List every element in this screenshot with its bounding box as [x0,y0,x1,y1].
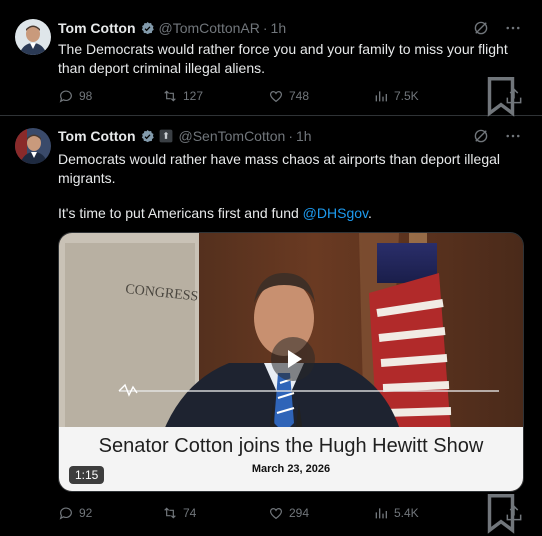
avatar[interactable] [15,19,51,55]
views-icon [375,91,387,102]
tweet-text-paragraph-2: It's time to put Americans first and fun… [58,204,528,223]
tweet-text-prefix: It's time to put Americans first and fun… [58,205,303,221]
timestamp[interactable]: 1h [271,20,287,36]
tweet-1[interactable]: Tom Cotton @TomCottonAR · 1h The Democra… [0,0,542,117]
like-button[interactable]: 294 [268,505,309,521]
like-count: 748 [289,89,310,103]
reply-count: 92 [79,506,93,520]
video-player[interactable]: CONGRESS Senator Cotton joins the Hugh H… [58,232,524,492]
repost-button[interactable]: 74 [162,505,196,521]
video-title: Senator Cotton joins the Hugh Hewitt Sho… [98,435,484,457]
reply-icon [59,90,72,103]
repost-button[interactable]: 127 [162,88,203,104]
separator-dot: · [262,20,268,36]
views-button[interactable]: 7.5K [373,88,419,104]
video-date: March 23, 2026 [251,463,331,475]
separator-dot: · [288,128,293,144]
repost-icon [164,90,176,102]
share-icon[interactable] [504,86,524,106]
like-count: 294 [289,506,310,520]
more-icon[interactable] [504,127,522,145]
grok-icon[interactable] [472,127,490,145]
avatar[interactable] [15,128,51,164]
views-icon [375,508,387,519]
reply-count: 98 [79,89,93,103]
grok-icon[interactable] [472,19,490,37]
video-duration: 1:15 [69,466,105,484]
official-badge-icon [159,129,172,143]
mention-link[interactable]: @DHSgov [303,205,368,221]
tweet-2[interactable]: Tom Cotton @SenTomCotton · 1h Democrats … [0,116,542,534]
video-caption: Senator Cotton joins the Hugh Hewitt Sho… [59,427,523,491]
tweet-text-suffix: . [367,205,372,221]
verified-icon [141,21,154,34]
repost-icon [164,507,176,519]
play-button[interactable] [271,337,315,381]
verified-icon [141,129,154,142]
share-icon[interactable] [504,503,524,523]
more-icon[interactable] [504,19,522,37]
like-icon [270,91,282,103]
play-icon [288,350,302,368]
views-count: 7.5K [394,89,419,103]
repost-count: 74 [183,506,197,520]
reply-icon [59,507,72,520]
author-name[interactable]: Tom Cotton [58,128,136,144]
tweet-text-paragraph-1: Democrats would rather have mass chaos a… [58,151,500,186]
author-handle[interactable]: @SenTomCotton [179,128,286,144]
like-icon [270,508,282,520]
tweet-text: The Democrats would rather force you and… [58,41,508,76]
timestamp[interactable]: 1h [296,128,312,144]
reply-button[interactable]: 98 [58,88,92,104]
tweet-text: Democrats would rather have mass chaos a… [58,150,528,223]
like-button[interactable]: 748 [268,88,309,104]
repost-count: 127 [183,89,204,103]
author-name[interactable]: Tom Cotton [58,20,136,36]
views-count: 5.4K [394,506,419,520]
views-button[interactable]: 5.4K [373,505,419,521]
reply-button[interactable]: 92 [58,505,92,521]
author-handle[interactable]: @TomCottonAR [159,20,260,36]
